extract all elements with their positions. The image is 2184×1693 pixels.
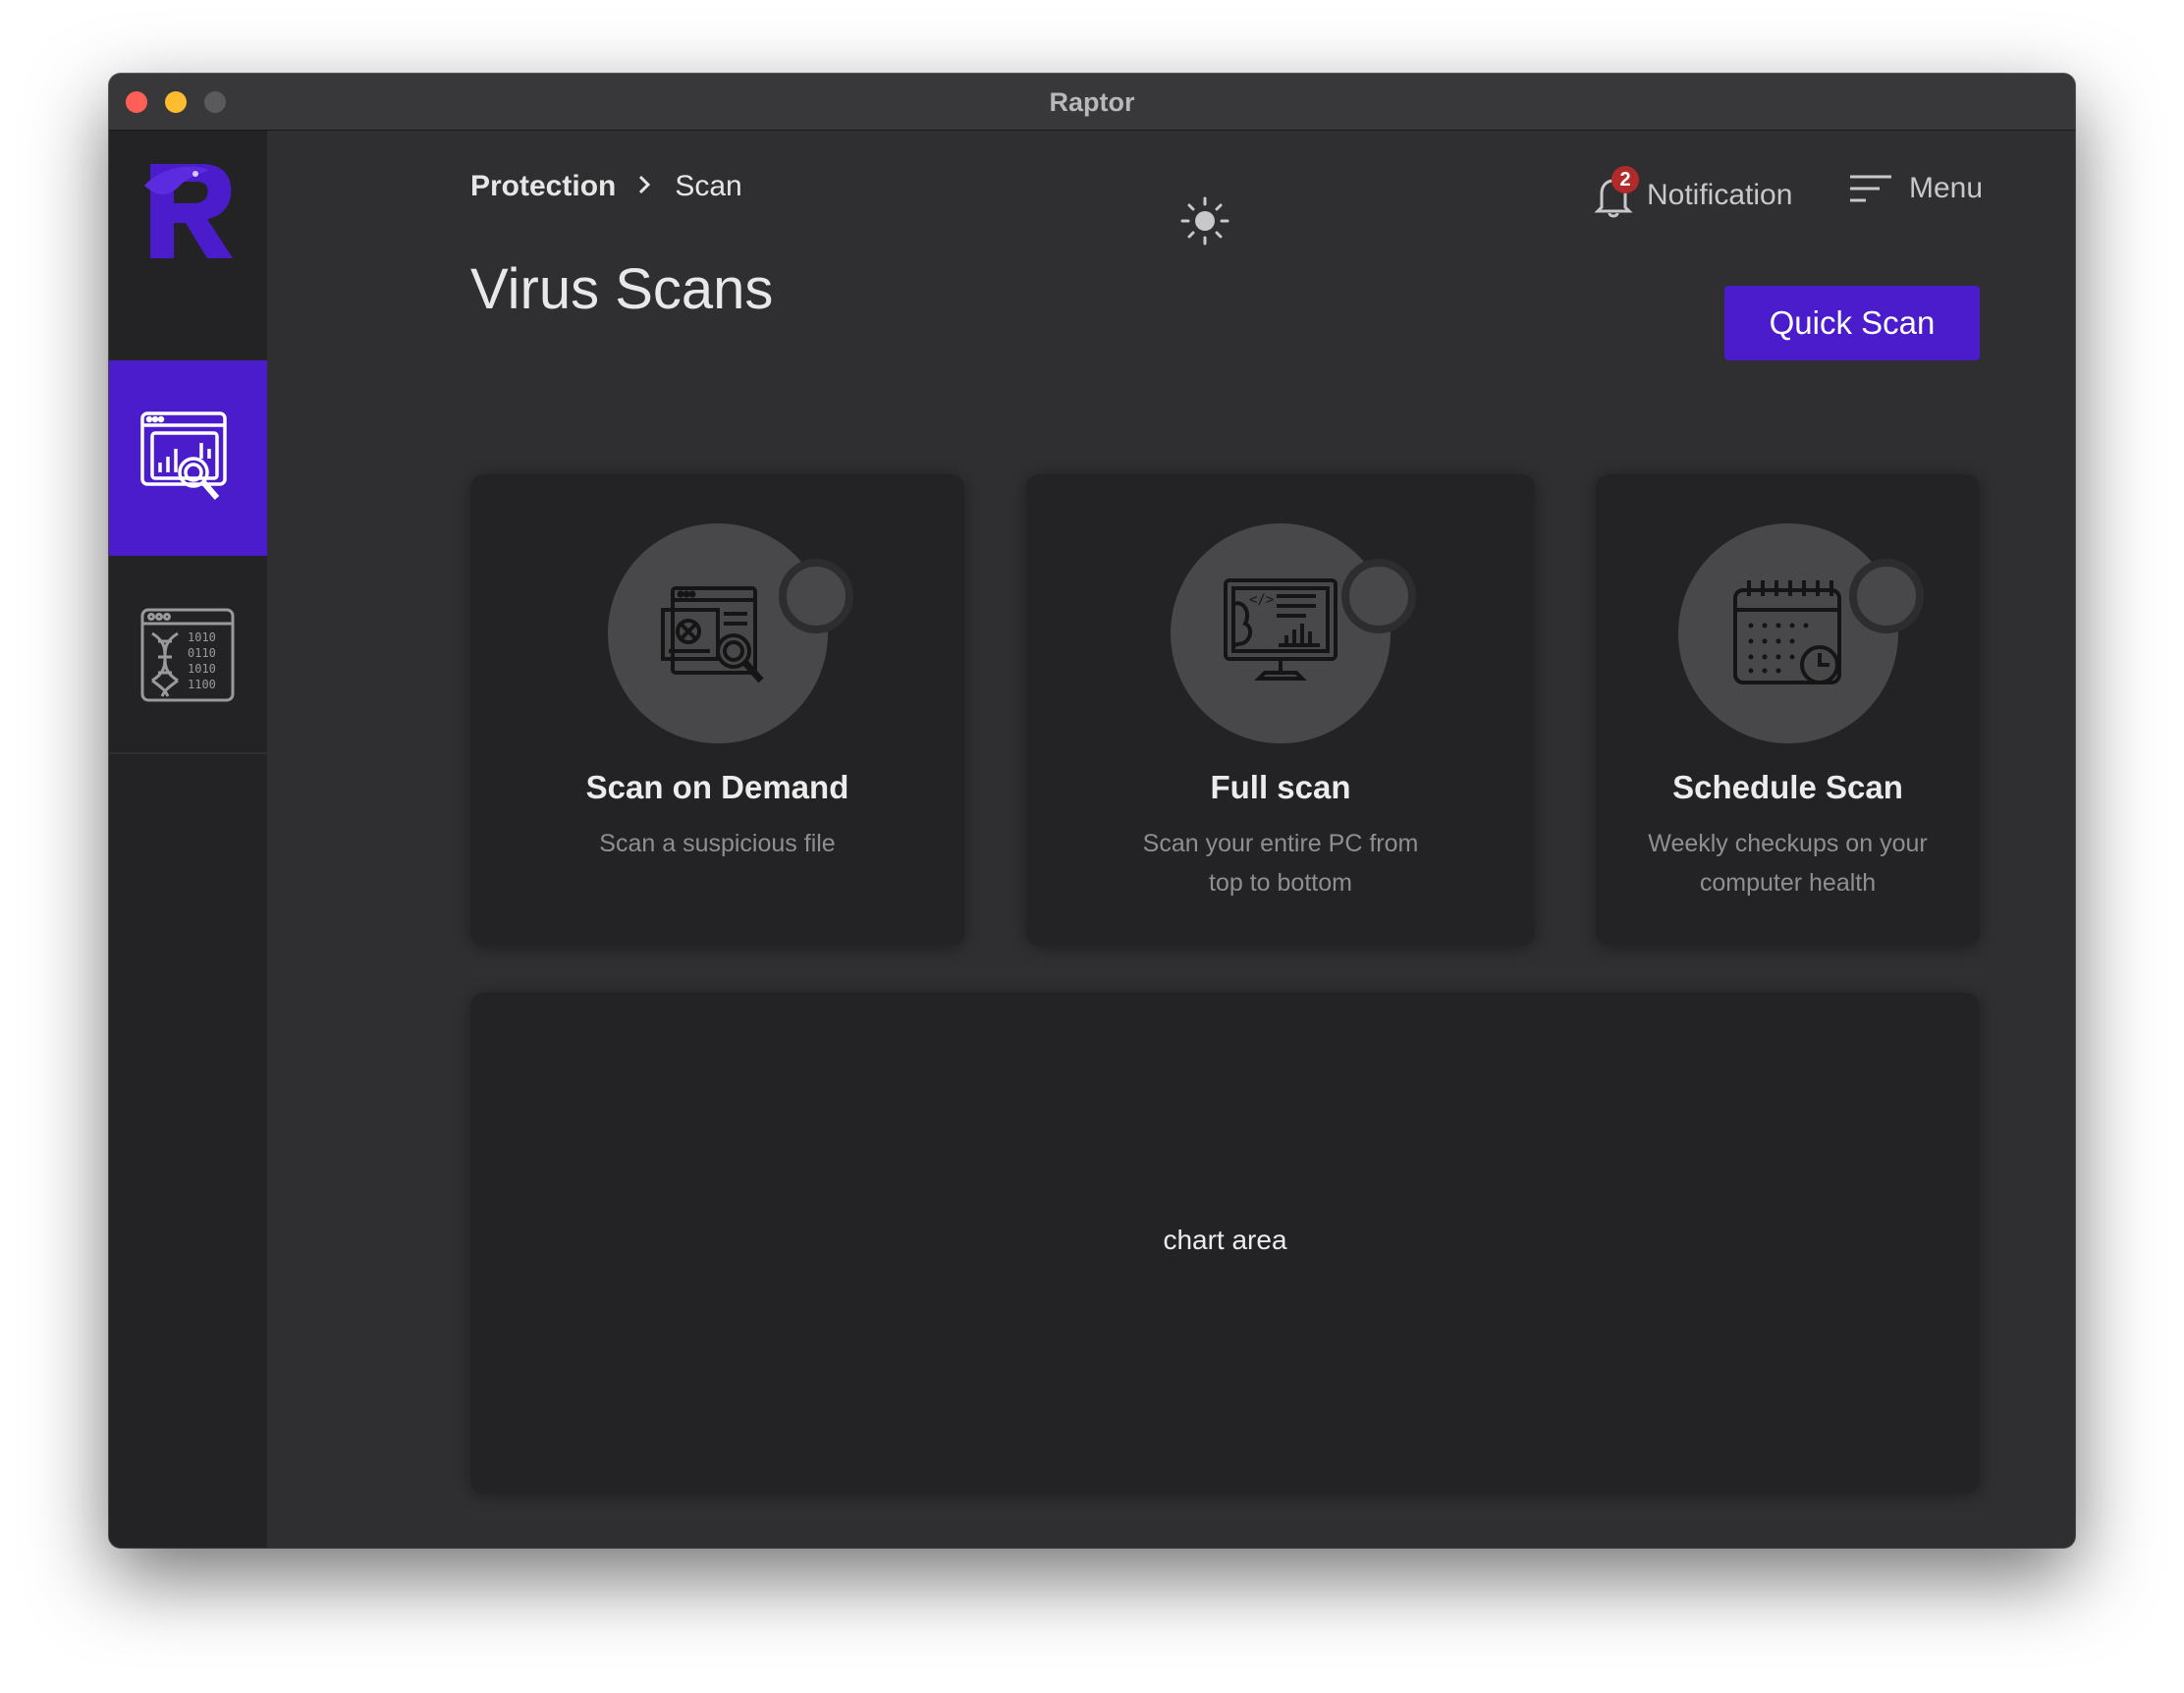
chart-area: chart area xyxy=(470,993,1980,1494)
card-icon-circle: </> xyxy=(1171,523,1391,743)
schedule-scan-card[interactable]: Schedule Scan Weekly checkups on your co… xyxy=(1596,474,1980,946)
scan-file-icon xyxy=(660,586,764,683)
menu-button[interactable]: Menu xyxy=(1850,172,1983,205)
card-title: Full scan xyxy=(1210,769,1351,805)
sun-icon xyxy=(1180,196,1229,246)
breadcrumb-scan: Scan xyxy=(675,170,742,202)
chart-placeholder-label: chart area xyxy=(1163,1225,1287,1255)
card-description: Scan a suspicious file xyxy=(599,830,836,857)
theme-toggle-button[interactable] xyxy=(1179,195,1230,246)
menu-label: Menu xyxy=(1909,172,1984,204)
dna-binary-icon: 1010 0110 1010 1100 xyxy=(140,608,235,702)
card-description: Scan your entire PC from top to bottom xyxy=(1142,830,1419,897)
quick-scan-button[interactable]: Quick Scan xyxy=(1724,286,1980,360)
svg-text:</>: </> xyxy=(1249,592,1274,608)
breadcrumb: Protection Scan xyxy=(470,170,742,203)
card-status-indicator xyxy=(1341,559,1416,633)
scan-on-demand-card[interactable]: Scan on Demand Scan a suspicious file xyxy=(470,474,964,946)
svg-text:0110: 0110 xyxy=(188,646,216,660)
breadcrumb-protection[interactable]: Protection xyxy=(470,170,616,203)
page-title: Virus Scans xyxy=(470,257,774,321)
sidebar-item-dna[interactable]: 1010 0110 1010 1100 xyxy=(109,557,267,754)
notification-label: Notification xyxy=(1647,179,1793,211)
card-title: Schedule Scan xyxy=(1672,769,1903,805)
card-icon-circle xyxy=(1677,523,1898,743)
sidebar-item-scan[interactable] xyxy=(109,360,267,556)
svg-text:1010: 1010 xyxy=(188,630,216,644)
card-status-indicator xyxy=(778,559,853,633)
card-title: Scan on Demand xyxy=(585,769,849,805)
window-title: Raptor xyxy=(1049,87,1135,117)
notification-count-badge: 2 xyxy=(1611,166,1639,193)
card-status-indicator xyxy=(1848,559,1924,633)
app-window: Raptor 1010 0110 1010 1100 Protection Sc… xyxy=(109,74,2075,1548)
bell-icon: 2 xyxy=(1594,166,1639,219)
card-description: Weekly checkups on your computer health xyxy=(1648,830,1928,897)
main-content: Protection Scan 2 Notification Menu Viru… xyxy=(267,131,2075,1548)
title-bar: Raptor xyxy=(109,74,2075,131)
svg-text:1010: 1010 xyxy=(188,662,216,676)
card-icon-circle xyxy=(607,523,828,743)
svg-text:1100: 1100 xyxy=(188,678,216,691)
chevron-right-icon xyxy=(637,170,651,203)
full-scan-card[interactable]: </> Full scan Scan your entire PC from t… xyxy=(1026,474,1535,946)
raptor-logo[interactable] xyxy=(140,156,239,260)
notification-button[interactable]: 2 Notification xyxy=(1594,166,1793,219)
calendar-clock-icon xyxy=(1732,580,1841,684)
sidebar: 1010 0110 1010 1100 xyxy=(109,131,267,1548)
monitor-scan-icon: </> xyxy=(1224,578,1338,681)
scan-analytics-icon xyxy=(140,411,227,500)
hamburger-menu-icon xyxy=(1850,175,1891,202)
